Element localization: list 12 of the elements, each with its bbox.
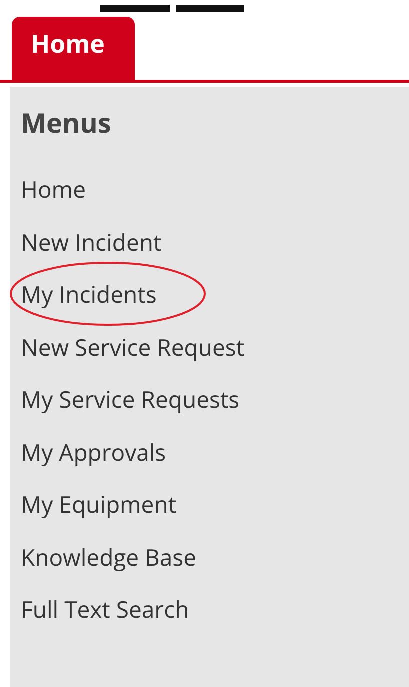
menu-link[interactable]: My Approvals [21,436,166,467]
menu-link[interactable]: Full Text Search [21,594,190,624]
menu-link[interactable]: My Equipment [21,489,177,520]
menu-link[interactable]: New Incident [21,226,162,257]
menu-link[interactable]: Knowledge Base [21,542,197,572]
menu-title: Menus [21,105,112,141]
top-bar-fragment [100,5,170,12]
menu-link[interactable]: Home [21,174,86,204]
top-bar-fragment [176,5,244,12]
menu-link[interactable]: My Service Requests [21,384,240,414]
home-tab[interactable]: Home [12,17,135,80]
menu-link[interactable]: New Service Request [21,332,245,362]
